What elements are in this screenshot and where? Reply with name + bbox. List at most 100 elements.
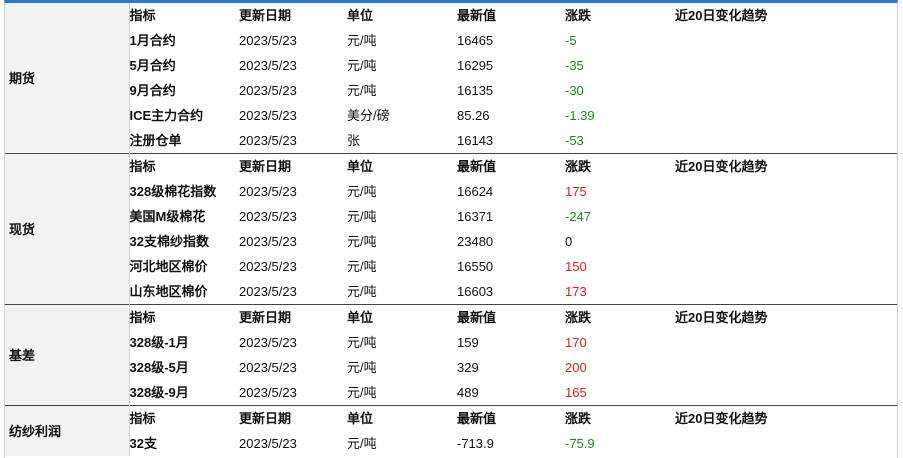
- unit: 元/吨: [347, 385, 377, 400]
- trend-sparkline: [675, 254, 897, 279]
- unit: 元/吨: [347, 209, 377, 224]
- indicator-name: 32支棉纱指数: [129, 234, 209, 249]
- table-row: 5月合约 2023/5/23 元/吨 16295 -35: [5, 53, 897, 78]
- header-date: 更新日期: [239, 8, 292, 23]
- indicator-name: 山东地区棉价: [129, 284, 208, 299]
- latest-value: 16603: [457, 284, 494, 299]
- header-value: 最新值: [457, 304, 565, 330]
- latest-value: 16143: [457, 133, 494, 148]
- table-row: 河北地区棉价 2023/5/23 元/吨 16550 150: [5, 254, 897, 279]
- table-row: 山东地区棉价 2023/5/23 元/吨 16603 173: [5, 279, 897, 305]
- update-date: 2023/5/23: [239, 436, 297, 451]
- unit: 元/吨: [347, 33, 377, 48]
- latest-value: 23480: [457, 234, 494, 249]
- unit: 元/吨: [347, 234, 377, 249]
- header-change: 涨跌: [565, 153, 675, 179]
- header-indicator: 指标: [129, 304, 239, 330]
- trend-sparkline: [675, 128, 897, 154]
- update-date: 2023/5/23: [239, 58, 297, 73]
- indicator-name: 328级棉花指数: [129, 184, 217, 199]
- table-row: 328级-9月 2023/5/23 元/吨 489 165: [5, 380, 897, 406]
- header-date: 更新日期: [239, 304, 347, 330]
- unit: 元/吨: [347, 184, 377, 199]
- unit: 元/吨: [347, 58, 377, 73]
- update-date: 2023/5/23: [239, 133, 297, 148]
- trend-sparkline: [675, 204, 897, 229]
- trend-sparkline: [675, 229, 897, 254]
- unit: 张: [347, 133, 361, 148]
- update-date: 2023/5/23: [239, 83, 297, 98]
- update-date: 2023/5/23: [239, 284, 297, 299]
- unit: 元/吨: [347, 83, 377, 98]
- header-trend: 近20日变化趋势: [675, 304, 897, 330]
- cotton-data-table: 期货 指标 更新日期 单位 最新值 涨跌 近20日变化趋势 1月合约 2023/5/23 元/吨 1…: [5, 3, 897, 456]
- change-value: -53: [565, 133, 584, 148]
- header-value: 最新值: [457, 405, 565, 431]
- header-value: 最新值: [457, 153, 565, 179]
- change-value: 150: [565, 259, 587, 274]
- section-header-row: 现货 指标 更新日期 单位 最新值 涨跌 近20日变化趋势: [5, 153, 897, 305]
- change-value: 0: [565, 234, 573, 249]
- update-date: 2023/5/23: [239, 33, 297, 48]
- change-value: -247: [565, 209, 592, 224]
- trend-sparkline: [675, 431, 897, 456]
- update-date: 2023/5/23: [239, 259, 297, 274]
- data-table-frame: 期货 指标 更新日期 单位 最新值 涨跌 近20日变化趋势 1月合约 2023/5/23 元/吨 1…: [4, 0, 898, 458]
- indicator-name: 注册仓单: [129, 133, 182, 148]
- trend-sparkline: [675, 355, 897, 380]
- unit: 美分/磅: [347, 108, 390, 123]
- section-header-row: 纺纱利润 指标 更新日期 单位 最新值 涨跌 近20日变化趋势: [5, 405, 897, 456]
- header-indicator: 指标: [129, 8, 156, 23]
- category-label: 现货: [5, 153, 130, 305]
- update-date: 2023/5/23: [239, 360, 297, 375]
- change-value: -1.39: [565, 108, 595, 123]
- change-value: 175: [565, 184, 587, 199]
- trend-sparkline: [675, 380, 897, 406]
- latest-value: 16465: [457, 33, 494, 48]
- trend-sparkline: [675, 78, 897, 103]
- latest-value: 85.26: [457, 108, 490, 123]
- indicator-name: 美国M级棉花: [129, 209, 206, 224]
- header-unit: 单位: [347, 8, 374, 23]
- latest-value: 489: [457, 385, 479, 400]
- indicator-name: 32支: [129, 436, 157, 451]
- table-row: 美国M级棉花 2023/5/23 元/吨 16371 -247: [5, 204, 897, 229]
- header-unit: 单位: [347, 304, 457, 330]
- update-date: 2023/5/23: [239, 209, 297, 224]
- header-unit: 单位: [347, 405, 457, 431]
- unit: 元/吨: [347, 284, 377, 299]
- latest-value: -713.9: [457, 436, 494, 451]
- category-label: 基差: [5, 304, 130, 406]
- update-date: 2023/5/23: [239, 234, 297, 249]
- header-date: 更新日期: [239, 405, 347, 431]
- table-row: 注册仓单 2023/5/23 张 16143 -53: [5, 128, 897, 154]
- change-value: -75.9: [565, 436, 595, 451]
- trend-sparkline: [675, 28, 897, 53]
- header-trend: 近20日变化趋势: [675, 405, 897, 431]
- header-change: 涨跌: [565, 405, 675, 431]
- table-row: 32支 2023/5/23 元/吨 -713.9 -75.9: [5, 431, 897, 456]
- latest-value: 16135: [457, 83, 494, 98]
- trend-sparkline: [675, 53, 897, 78]
- header-indicator: 指标: [129, 153, 239, 179]
- indicator-name: ICE主力合约: [129, 108, 204, 123]
- category-label: 期货: [5, 3, 130, 154]
- change-value: -35: [565, 58, 584, 73]
- indicator-name: 河北地区棉价: [129, 259, 208, 274]
- change-value: -30: [565, 83, 584, 98]
- update-date: 2023/5/23: [239, 108, 297, 123]
- indicator-name: 328级-1月: [129, 335, 189, 350]
- header-trend: 近20日变化趋势: [675, 8, 768, 23]
- latest-value: 16295: [457, 58, 494, 73]
- table-row: 328级-5月 2023/5/23 元/吨 329 200: [5, 355, 897, 380]
- unit: 元/吨: [347, 360, 377, 375]
- section-header-row: 期货 指标 更新日期 单位 最新值 涨跌 近20日变化趋势: [5, 3, 897, 154]
- category-label: 纺纱利润: [5, 405, 130, 456]
- indicator-name: 9月合约: [129, 83, 176, 98]
- trend-sparkline: [675, 103, 897, 128]
- update-date: 2023/5/23: [239, 335, 297, 350]
- change-value: 170: [565, 335, 587, 350]
- trend-sparkline: [675, 179, 897, 204]
- trend-sparkline: [675, 330, 897, 355]
- unit: 元/吨: [347, 436, 377, 451]
